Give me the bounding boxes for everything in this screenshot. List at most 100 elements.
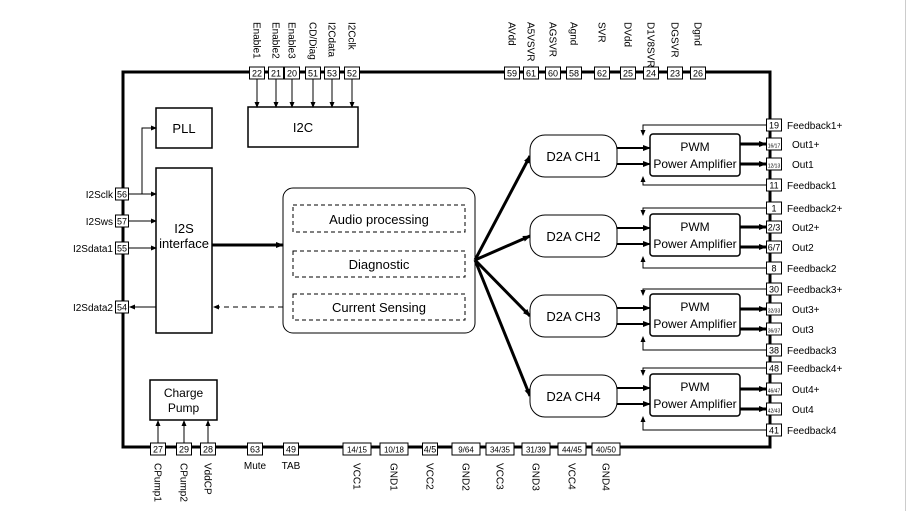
d2a-block: D2A CH3 xyxy=(529,294,618,338)
power-amplifier-label: Power Amplifier xyxy=(653,397,736,411)
pin-number: 20 xyxy=(287,69,297,79)
pin-number: 23 xyxy=(670,69,680,79)
pin-label: VddCP xyxy=(202,463,213,495)
pin-label: Out1 xyxy=(792,160,814,171)
pin-number: 54 xyxy=(117,303,127,313)
pin-number: 28 xyxy=(203,445,213,455)
bottom-pin-29: 29 CPump2 xyxy=(176,442,192,502)
pin-label: I2Cdata xyxy=(326,22,337,57)
right-pin-12-13: 12/13 Out1 xyxy=(766,157,814,171)
channels: D2A CH1 PWM Power Amplifier D2A CH2 PWM Power… xyxy=(473,124,767,431)
pin-label: Mute xyxy=(244,461,267,472)
pin-label: Feedback2 xyxy=(787,264,837,275)
pin-label: Agnd xyxy=(568,22,579,45)
pin-number: 22 xyxy=(252,69,262,79)
top-pin-26: 26 Dgnd xyxy=(690,22,706,80)
bottom-pin-40-50: 40/50 GND4 xyxy=(591,442,621,491)
pin-number: 40/50 xyxy=(596,446,617,455)
left-pin-57: 57 I2Sws xyxy=(86,214,129,228)
pin-number: 2/3 xyxy=(768,223,781,233)
top-pin-59: 59 AVdd xyxy=(504,22,520,80)
pin-number: 38 xyxy=(769,346,779,356)
power-amplifier-label: Power Amplifier xyxy=(653,317,736,331)
right-pin-42-43: 42/43 Out4 xyxy=(766,402,814,416)
pin-label: Dgnd xyxy=(692,22,703,46)
right-pin-32-33: 32/33 Out3+ xyxy=(766,302,820,316)
right-pin-16-17: 16/17 Out1+ xyxy=(766,137,820,151)
bottom-pin-28: 28 VddCP xyxy=(200,442,216,495)
charge-pump-block: Charge Pump xyxy=(149,379,218,421)
top-pin-62: 62 SVR xyxy=(594,22,610,80)
pin-number: 34/35 xyxy=(490,446,511,455)
pin-number: 19 xyxy=(769,121,779,131)
d2a-label: D2A CH3 xyxy=(546,309,600,324)
pin-number: 46/47 xyxy=(768,389,781,395)
right-pin-38: 38 Feedback3 xyxy=(766,343,837,357)
top-pin-58: 58 Agnd xyxy=(566,22,582,80)
pin-number: 44/45 xyxy=(562,446,583,455)
right-pin-19: 19 Feedback1+ xyxy=(766,118,842,132)
pin-label: D1V8SVR xyxy=(645,22,656,68)
bottom-pin-31-39: 31/39 GND3 xyxy=(521,442,551,491)
top-pin-61: 61 A5VSVR xyxy=(523,22,539,80)
pwm-power-amplifier-block: PWM Power Amplifier xyxy=(649,213,741,257)
right-pin-1: 1 Feedback2+ xyxy=(766,201,842,215)
pin-number: 29 xyxy=(179,445,189,455)
pin-label: Feedback2+ xyxy=(787,204,842,215)
pin-number: 31/39 xyxy=(526,446,547,455)
top-pin-60: 60 AGSVR xyxy=(545,22,561,80)
pin-label: I2Sclk xyxy=(86,190,114,201)
pin-number: 52 xyxy=(347,69,357,79)
right-pin-46-47: 46/47 Out4+ xyxy=(766,382,820,396)
pin-number: 21 xyxy=(271,69,281,79)
pin-label: I2Cclk xyxy=(346,22,357,51)
left-pin-55: 55 I2Sdata1 xyxy=(73,241,129,255)
pin-label: AGSVR xyxy=(547,22,558,57)
pin-number: 1 xyxy=(771,204,776,214)
pin-label: I2Sws xyxy=(86,217,113,228)
d2a-block: D2A CH2 xyxy=(529,214,618,258)
bottom-pin-10-18: 10/18 GND1 xyxy=(379,442,409,491)
pwm-power-amplifier-block: PWM Power Amplifier xyxy=(649,373,741,417)
pin-label: CPump2 xyxy=(178,463,189,502)
pin-number: 49 xyxy=(286,445,296,455)
pin-number: 55 xyxy=(117,244,127,254)
pin-number: 14/15 xyxy=(347,446,368,455)
pin-label: A5VSVR xyxy=(525,22,536,61)
d2a-block: D2A CH1 xyxy=(529,134,618,178)
right-pin-6-7: 6/7 Out2 xyxy=(766,240,814,254)
d2a-label: D2A CH2 xyxy=(546,229,600,244)
i2s-label-2: interface xyxy=(159,236,209,251)
pin-label: Out4 xyxy=(792,405,814,416)
pin-label: Feedback3+ xyxy=(787,285,842,296)
d2a-label: D2A CH1 xyxy=(546,149,600,164)
right-pin-36-37: 36/37 Out3 xyxy=(766,322,814,336)
pin-label: GND1 xyxy=(388,463,399,491)
bottom-pin-4-5: 4/5 VCC2 xyxy=(422,442,438,490)
pin-number: 57 xyxy=(117,217,127,227)
pwm-label: PWM xyxy=(680,220,709,234)
d2a-block: D2A CH4 xyxy=(529,374,618,418)
pin-label: Feedback4+ xyxy=(787,364,842,375)
pin-number: 48 xyxy=(769,364,779,374)
pin-number: 8 xyxy=(771,264,776,274)
i2c-label: I2C xyxy=(293,120,313,135)
pin-number: 60 xyxy=(548,69,558,79)
pin-number: 24 xyxy=(646,69,656,79)
top-pin-53: 53 I2Cdata xyxy=(324,22,340,80)
d2a-label: D2A CH4 xyxy=(546,389,600,404)
pin-number: 62 xyxy=(597,69,607,79)
pwm-label: PWM xyxy=(680,140,709,154)
pin-label: Enable3 xyxy=(286,22,297,59)
right-pin-41: 41 Feedback4 xyxy=(766,423,837,437)
pin-number: 53 xyxy=(327,69,337,79)
bottom-pin-34-35: 34/35 VCC3 xyxy=(485,442,515,490)
right-pin-11: 11 Feedback1 xyxy=(766,178,837,192)
pin-number: 63 xyxy=(250,445,260,455)
i2s-interface-block: I2S interface xyxy=(155,167,213,334)
right-pin-2-3: 2/3 Out2+ xyxy=(766,220,820,234)
pll-label: PLL xyxy=(172,121,195,136)
pwm-label: PWM xyxy=(680,300,709,314)
pin-label: Out3+ xyxy=(792,305,820,316)
top-pin-51: 51 CD/Diag xyxy=(305,22,321,80)
